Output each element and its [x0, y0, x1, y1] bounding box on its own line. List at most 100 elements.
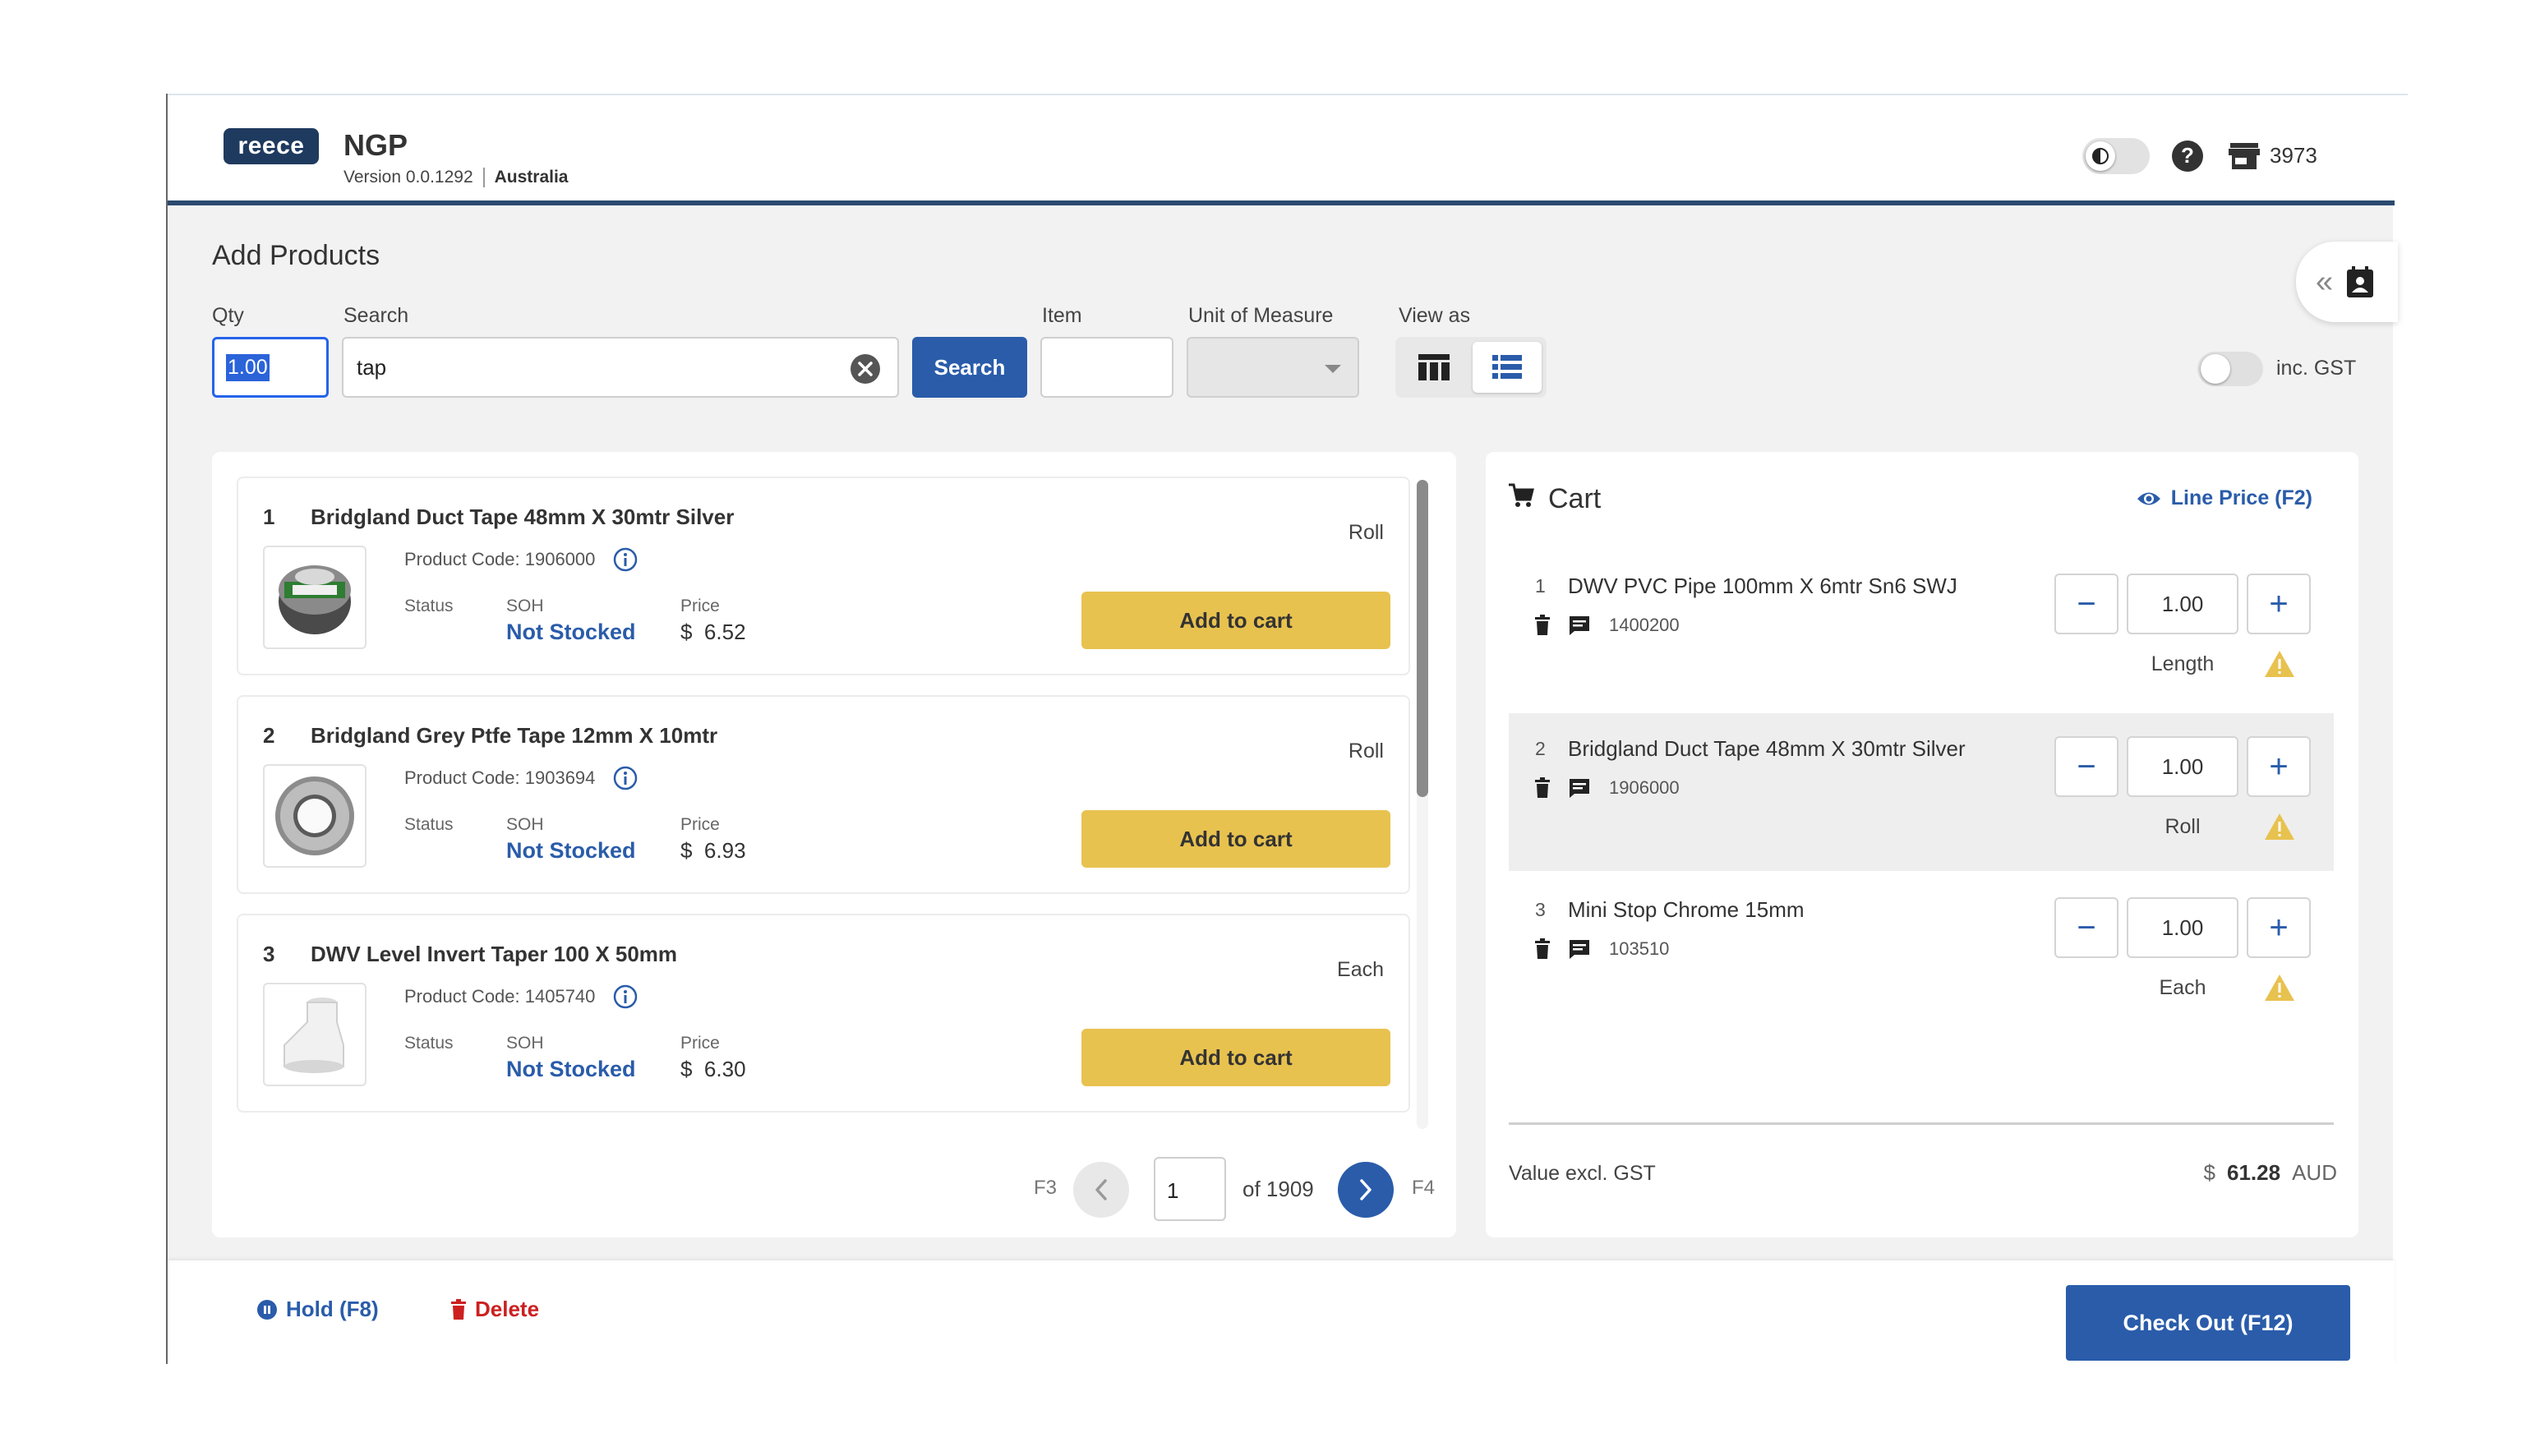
product-name[interactable]: Bridgland Duct Tape 48mm X 30mtr Silver	[311, 505, 734, 530]
cart-line-name: Mini Stop Chrome 15mm	[1568, 897, 1805, 922]
page-number-input[interactable]: 1	[1154, 1157, 1226, 1221]
chevron-down-icon	[1325, 365, 1341, 373]
ptfe-tape-thumbnail	[275, 776, 354, 855]
cart-line-index: 3	[1535, 899, 1546, 920]
soh-value: Not Stocked	[506, 838, 636, 863]
cart-line-name: DWV PVC Pipe 100mm X 6mtr Sn6 SWJ	[1568, 574, 1957, 598]
app-meta: Version 0.0.1292 Australia	[343, 168, 569, 187]
dark-mode-toggle[interactable]	[2082, 138, 2150, 174]
price-value: $ 6.52	[680, 620, 746, 645]
inc-gst-label: inc. GST	[2276, 357, 2357, 380]
decrease-qty-button[interactable]: −	[2054, 897, 2118, 958]
cart-qty-input[interactable]: 1.00	[2127, 736, 2238, 797]
total-currency-code: AUD	[2292, 1160, 2337, 1185]
increase-qty-button[interactable]: +	[2247, 736, 2311, 797]
product-image	[263, 764, 367, 868]
eye-icon	[2137, 492, 2160, 505]
product-image	[263, 546, 367, 649]
qty-input[interactable]: 1.00	[212, 337, 329, 398]
decrease-qty-button[interactable]: −	[2054, 736, 2118, 797]
action-footer: Hold (F8) Delete Check Out (F12)	[168, 1260, 2395, 1364]
product-uom: Roll	[1348, 521, 1384, 544]
trash-icon[interactable]	[1533, 777, 1551, 799]
page-title: Add Products	[212, 240, 380, 271]
uom-select[interactable]	[1187, 337, 1359, 398]
chevron-right-icon	[1360, 1179, 1372, 1200]
line-price-toggle[interactable]: Line Price (F2)	[2137, 486, 2312, 510]
warning-icon[interactable]	[2263, 973, 2296, 1002]
price-amount: 6.93	[703, 838, 746, 863]
store-icon[interactable]	[2229, 141, 2260, 171]
info-icon[interactable]	[613, 766, 638, 790]
inc-gst-toggle[interactable]	[2197, 352, 2263, 386]
cart-qty-input[interactable]: 1.00	[2127, 574, 2238, 634]
list-view-button[interactable]	[1473, 342, 1542, 393]
cart-line-item: 3 Mini Stop Chrome 15mm 103510 − 1.00 + …	[1509, 874, 2334, 1032]
price-amount: 6.52	[703, 620, 746, 644]
app-version: Version 0.0.1292	[343, 168, 473, 187]
price-label: Price	[680, 1034, 720, 1053]
grid-view-icon	[1418, 354, 1450, 380]
toggle-knob	[2201, 354, 2230, 384]
product-name[interactable]: Bridgland Grey Ptfe Tape 12mm X 10mtr	[311, 723, 717, 749]
item-label: Item	[1042, 304, 1082, 327]
trash-icon[interactable]	[1533, 615, 1551, 636]
item-input[interactable]	[1040, 337, 1173, 398]
product-uom: Each	[1337, 958, 1384, 981]
results-scrollbar-thumb[interactable]	[1417, 480, 1428, 797]
increase-qty-button[interactable]: +	[2247, 574, 2311, 634]
cart-line-index: 2	[1535, 738, 1546, 759]
comment-icon[interactable]	[1568, 615, 1591, 636]
cart-line-code: 1400200	[1609, 615, 1680, 635]
soh-label: SOH	[506, 597, 544, 615]
meta-divider	[482, 168, 485, 187]
page-total: of 1909	[1242, 1177, 1314, 1201]
cart-divider	[1509, 1122, 2334, 1125]
price-amount: 6.30	[703, 1057, 746, 1081]
status-label: Status	[404, 815, 454, 834]
warning-icon[interactable]	[2263, 812, 2296, 841]
product-card: 1 Bridgland Duct Tape 48mm X 30mtr Silve…	[237, 477, 1410, 675]
reece-logo: reece	[224, 128, 319, 164]
cart-line-uom: Length	[2151, 652, 2215, 675]
search-input[interactable]: tap	[342, 337, 899, 398]
info-icon[interactable]	[613, 547, 638, 572]
hold-button[interactable]: Hold (F8)	[256, 1297, 379, 1322]
price-value: $ 6.30	[680, 1057, 746, 1082]
add-to-cart-button[interactable]: Add to cart	[1081, 810, 1390, 868]
price-label: Price	[680, 815, 720, 834]
clear-search-icon[interactable]	[850, 353, 881, 385]
help-icon[interactable]: ?	[2171, 140, 2204, 173]
delete-button[interactable]: Delete	[450, 1297, 539, 1322]
search-button[interactable]: Search	[912, 337, 1027, 398]
soh-label: SOH	[506, 815, 544, 834]
product-code: Product Code: 1903694	[404, 767, 596, 788]
soh-value: Not Stocked	[506, 620, 636, 644]
comment-icon[interactable]	[1568, 777, 1591, 799]
next-page-button[interactable]	[1338, 1162, 1394, 1218]
add-to-cart-button[interactable]: Add to cart	[1081, 1029, 1390, 1086]
increase-qty-button[interactable]: +	[2247, 897, 2311, 958]
cart-line-index: 1	[1535, 575, 1546, 597]
trash-icon	[451, 1298, 466, 1320]
line-price-label: Line Price (F2)	[2170, 486, 2312, 509]
checkout-button[interactable]: Check Out (F12)	[2066, 1285, 2350, 1361]
product-name[interactable]: DWV Level Invert Taper 100 X 50mm	[311, 942, 677, 967]
prev-page-button[interactable]	[1073, 1162, 1129, 1218]
currency-symbol: $	[680, 1057, 693, 1081]
cart-qty-input[interactable]: 1.00	[2127, 897, 2238, 958]
customer-panel-tab[interactable]: «	[2296, 242, 2398, 322]
prev-page-shortcut: F3	[1034, 1177, 1058, 1199]
info-icon[interactable]	[613, 984, 638, 1009]
add-to-cart-button[interactable]: Add to cart	[1081, 592, 1390, 649]
store-number: 3973	[2270, 143, 2317, 168]
trash-icon[interactable]	[1533, 938, 1551, 960]
double-chevron-left-icon: «	[2316, 265, 2334, 299]
uom-label: Unit of Measure	[1188, 304, 1334, 327]
warning-icon[interactable]	[2263, 649, 2296, 679]
product-card: 2 Bridgland Grey Ptfe Tape 12mm X 10mtr …	[237, 695, 1410, 894]
decrease-qty-button[interactable]: −	[2054, 574, 2118, 634]
list-view-icon	[1492, 355, 1522, 379]
grid-view-button[interactable]	[1400, 342, 1468, 393]
comment-icon[interactable]	[1568, 938, 1591, 960]
